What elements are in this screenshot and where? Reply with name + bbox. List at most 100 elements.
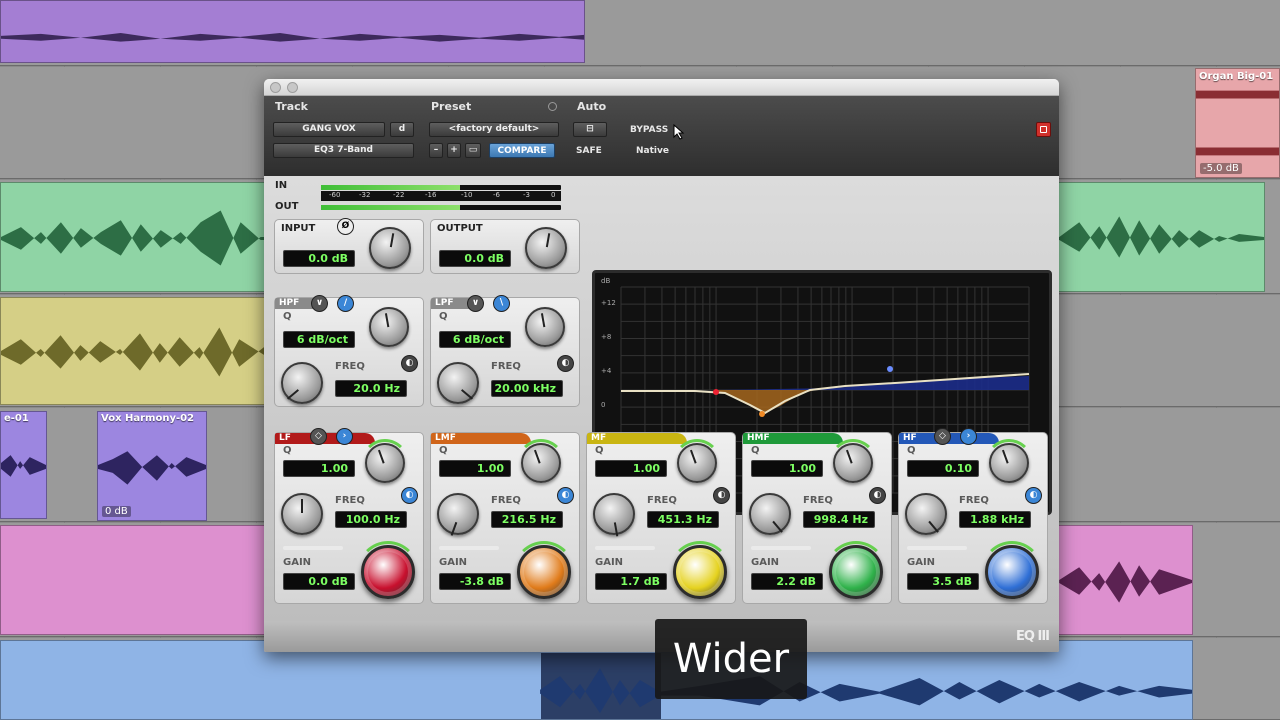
input-label: INPUT	[281, 223, 316, 234]
band-gain-knob[interactable]	[829, 545, 883, 599]
band-panel-lf: LF Q 1.00 FREQ 100.0 Hz ◐ GAIN 0.0 dB	[274, 432, 424, 604]
band-enable-button[interactable]: ›	[336, 428, 353, 445]
band-panel-hmf: HMF Q 1.00 FREQ 998.4 Hz ◐ GAIN 2.2 dB	[742, 432, 892, 604]
audio-clip-organ[interactable]: Organ Big-01 -5.0 dB	[1195, 68, 1280, 178]
meter-scale-label: -60	[329, 191, 341, 199]
audio-clip[interactable]	[0, 0, 585, 63]
band-enable-button[interactable]: ›	[960, 428, 977, 445]
audio-clip[interactable]	[0, 640, 1193, 720]
band-gain-display[interactable]: 1.7 dB	[595, 573, 667, 590]
meter-scale-label: -16	[425, 191, 437, 199]
lf-band-point[interactable]	[713, 389, 719, 395]
track-selector[interactable]: GANG VOX	[273, 122, 385, 137]
hpf-slope-display[interactable]: 6 dB/oct	[283, 331, 355, 348]
band-solo-icon[interactable]: ◐	[1025, 487, 1042, 504]
output-gain-knob[interactable]	[525, 227, 567, 269]
band-label: HMF	[743, 433, 843, 444]
lmf-band-point[interactable]	[759, 411, 765, 417]
lpf-shape-icon[interactable]: ∨	[467, 295, 484, 312]
preset-minus-button[interactable]: –	[429, 143, 443, 158]
band-freq-knob[interactable]	[749, 493, 791, 535]
preset-plus-button[interactable]: +	[447, 143, 461, 158]
band-panel-mf: MF Q 1.00 FREQ 451.3 Hz ◐ GAIN 1.7 dB	[586, 432, 736, 604]
hpf-slope-knob[interactable]	[369, 307, 409, 347]
automation-button[interactable]: ⊟	[573, 122, 607, 137]
target-button[interactable]	[1036, 122, 1051, 137]
hpf-solo-icon[interactable]: ◐	[401, 355, 418, 372]
band-freq-knob[interactable]	[437, 493, 479, 535]
audio-clip[interactable]: e-01	[0, 411, 47, 519]
hpf-shape-icon[interactable]: ∨	[311, 295, 328, 312]
plugin-selector[interactable]: EQ3 7-Band	[273, 143, 414, 158]
auto-label: Auto	[577, 100, 607, 113]
bypass-button[interactable]: BYPASS	[630, 125, 668, 135]
output-panel: OUTPUT 0.0 dB	[430, 219, 580, 274]
hpf-q-label: Q	[283, 311, 292, 322]
band-gain-label: GAIN	[283, 557, 312, 568]
band-gain-knob[interactable]	[985, 545, 1039, 599]
hf-band-point[interactable]	[887, 366, 893, 372]
band-solo-icon[interactable]: ◐	[713, 487, 730, 504]
band-q-display[interactable]: 1.00	[751, 460, 823, 477]
band-gain-knob[interactable]	[361, 545, 415, 599]
band-q-display[interactable]: 1.00	[439, 460, 511, 477]
band-solo-icon[interactable]: ◐	[401, 487, 418, 504]
band-freq-display[interactable]: 451.3 Hz	[647, 511, 719, 528]
preset-options-icon[interactable]	[548, 102, 557, 111]
band-solo-icon[interactable]: ◐	[869, 487, 886, 504]
band-freq-display[interactable]: 216.5 Hz	[491, 511, 563, 528]
lpf-solo-icon[interactable]: ◐	[557, 355, 574, 372]
compare-button[interactable]: COMPARE	[489, 143, 555, 158]
band-gain-display[interactable]: 2.2 dB	[751, 573, 823, 590]
clip-gain: -5.0 dB	[1200, 163, 1242, 174]
lpf-freq-knob[interactable]	[437, 362, 479, 404]
audio-clip[interactable]	[0, 297, 265, 405]
band-freq-knob[interactable]	[905, 493, 947, 535]
band-q-display[interactable]: 0.10	[907, 460, 979, 477]
plugin-header: Track Preset Auto GANG VOX d EQ3 7-Band …	[264, 96, 1059, 176]
band-gain-label: GAIN	[907, 557, 936, 568]
band-q-ring	[673, 439, 721, 487]
band-q-display[interactable]: 1.00	[595, 460, 667, 477]
channel-selector[interactable]: d	[390, 122, 414, 137]
lpf-freq-label: FREQ	[491, 361, 521, 372]
lpf-enable-button[interactable]: ∖	[493, 295, 510, 312]
lpf-slope-knob[interactable]	[525, 307, 565, 347]
band-shape-icon[interactable]: ◇	[310, 428, 327, 445]
band-gain-knob[interactable]	[517, 545, 571, 599]
band-q-display[interactable]: 1.00	[283, 460, 355, 477]
band-q-ring	[985, 439, 1033, 487]
band-freq-display[interactable]: 100.0 Hz	[335, 511, 407, 528]
close-window-button[interactable]	[270, 82, 281, 93]
band-gain-knob[interactable]	[673, 545, 727, 599]
safe-button[interactable]: SAFE	[576, 146, 602, 156]
band-gain-display[interactable]: 0.0 dB	[283, 573, 355, 590]
window-titlebar[interactable]	[264, 79, 1059, 96]
hpf-freq-knob[interactable]	[281, 362, 323, 404]
minimize-window-button[interactable]	[287, 82, 298, 93]
input-gain-display[interactable]: 0.0 dB	[283, 250, 355, 267]
band-gain-display[interactable]: -3.8 dB	[439, 573, 511, 590]
band-shape-icon[interactable]: ◇	[934, 428, 951, 445]
lpf-freq-display[interactable]: 20.00 kHz	[491, 380, 563, 397]
band-gain-display[interactable]: 3.5 dB	[907, 573, 979, 590]
band-solo-icon[interactable]: ◐	[557, 487, 574, 504]
copy-settings-icon[interactable]: ▭	[465, 143, 481, 158]
band-freq-label: FREQ	[959, 495, 989, 506]
preset-label: Preset	[431, 100, 472, 113]
band-freq-knob[interactable]	[281, 493, 323, 535]
db-axis-label: 0	[601, 401, 605, 409]
hpf-freq-display[interactable]: 20.0 Hz	[335, 380, 407, 397]
band-freq-knob[interactable]	[593, 493, 635, 535]
hpf-enable-button[interactable]: ∕	[337, 295, 354, 312]
preset-selector[interactable]: <factory default>	[429, 122, 559, 137]
audio-clip-vox-harmony[interactable]: Vox Harmony-02 0 dB	[97, 411, 207, 521]
hpf-panel: HPF ∨ ∕ Q 6 dB/oct FREQ 20.0 Hz ◐	[274, 295, 424, 407]
band-freq-display[interactable]: 1.88 kHz	[959, 511, 1031, 528]
output-gain-display[interactable]: 0.0 dB	[439, 250, 511, 267]
lpf-slope-display[interactable]: 6 dB/oct	[439, 331, 511, 348]
band-freq-display[interactable]: 998.4 Hz	[803, 511, 875, 528]
phase-invert-button[interactable]: Ø	[337, 218, 354, 235]
meter-scale-label: -22	[393, 191, 405, 199]
input-gain-knob[interactable]	[369, 227, 411, 269]
